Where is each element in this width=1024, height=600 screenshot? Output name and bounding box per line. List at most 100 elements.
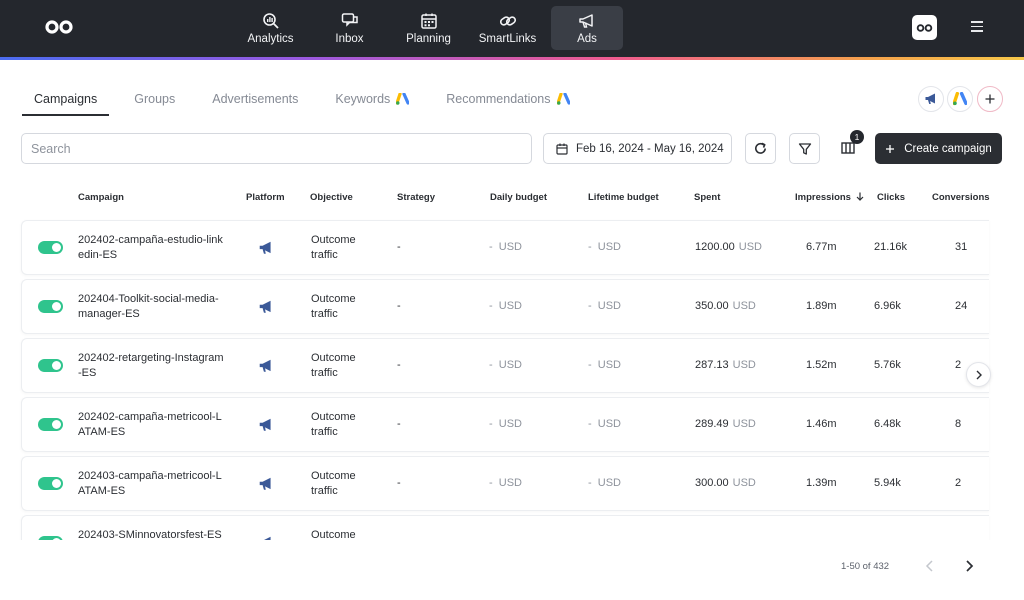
nav-label: SmartLinks (478, 32, 537, 45)
spent-currency: USD (732, 300, 756, 312)
chevron-left-icon[interactable] (922, 558, 938, 574)
table-row[interactable]: 202403-SMinnovatorsfest-ES Outcome (21, 515, 989, 540)
plus-icon (886, 144, 895, 153)
campaign-name[interactable]: 202402-retargeting-Instagram-ES (78, 351, 226, 381)
add-account-button[interactable] (977, 86, 1003, 112)
campaign-objective: Outcome traffic (311, 470, 356, 497)
campaign-impressions: 1.89m (806, 300, 837, 312)
tab-advertisements[interactable]: Advertisements (200, 86, 310, 114)
campaign-status-toggle[interactable] (38, 359, 63, 372)
table-header: Campaign Platform Objective Strategy Dai… (0, 188, 1024, 208)
calendar-icon (556, 143, 568, 155)
nav-planning[interactable]: Planning (389, 6, 468, 50)
brand-avatar[interactable] (912, 15, 937, 40)
campaign-name[interactable]: 202404-Toolkit-social-media-manager-ES (78, 292, 226, 322)
tab-groups[interactable]: Groups (122, 86, 187, 114)
campaign-impressions: 6.77m (806, 241, 837, 253)
tab-keywords[interactable]: Keywords (323, 86, 421, 114)
campaign-objective: Outcome traffic (311, 293, 356, 320)
tab-recommendations[interactable]: Recommendations (434, 86, 581, 114)
ads-tabs: Campaigns Groups Advertisements Keywords… (22, 86, 595, 116)
nav-smartlinks[interactable]: SmartLinks (468, 6, 547, 50)
campaigns-table-body: 202402-campaña-estudio-linkedin-ES Outco… (0, 216, 1024, 540)
campaign-status-toggle[interactable] (38, 241, 63, 254)
calendar-icon (420, 13, 437, 29)
campaign-strategy: - (397, 300, 401, 312)
header-strategy[interactable]: Strategy (397, 192, 435, 203)
header-clicks[interactable]: Clicks (877, 192, 905, 203)
campaign-daily-budget: - USD (489, 418, 522, 430)
filter-button[interactable] (789, 133, 820, 164)
campaign-spent: 300.00 USD (695, 477, 756, 489)
spent-value: 287.13 (695, 359, 729, 371)
google-ads-account-button[interactable] (947, 86, 973, 112)
tab-campaigns[interactable]: Campaigns (22, 86, 110, 116)
chevron-right-icon[interactable] (961, 558, 977, 574)
inbox-icon (341, 12, 358, 27)
header-objective[interactable]: Objective (310, 192, 353, 203)
nav-label: Analytics (247, 32, 294, 45)
table-row[interactable]: 202402-campaña-metricool-LATAM-ES Outcom… (21, 397, 989, 452)
nav-label: Ads (577, 32, 597, 45)
megaphone-icon (579, 13, 593, 28)
campaign-objective: Outcome traffic (311, 352, 356, 379)
campaign-name[interactable]: 202402-campaña-estudio-linkedin-ES (78, 233, 226, 263)
google-ads-icon (556, 93, 570, 105)
campaign-name[interactable]: 202403-SMinnovatorsfest-ES (78, 528, 226, 540)
sort-desc-icon (856, 192, 864, 201)
campaign-lifetime-budget: - USD (588, 300, 621, 312)
header-platform[interactable]: Platform (246, 192, 285, 203)
header-impressions[interactable]: Impressions (795, 192, 864, 203)
facebook-ads-account-button[interactable] (918, 86, 944, 112)
campaign-status-toggle[interactable] (38, 536, 63, 540)
plus-icon (985, 94, 995, 104)
table-row[interactable]: 202404-Toolkit-social-media-manager-ES O… (21, 279, 989, 334)
nav-label: Inbox (335, 32, 364, 45)
create-campaign-button[interactable]: Create campaign (875, 133, 1002, 164)
header-spent[interactable]: Spent (694, 192, 720, 203)
metricool-logo-icon[interactable] (44, 19, 74, 35)
header-lifetime-budget[interactable]: Lifetime budget (588, 192, 659, 203)
search-input[interactable] (21, 133, 532, 164)
table-row[interactable]: 202403-campaña-metricool-LATAM-ES Outcom… (21, 456, 989, 511)
campaign-status-toggle[interactable] (38, 477, 63, 490)
campaign-status-toggle[interactable] (38, 300, 63, 313)
campaign-objective: Outcome (311, 529, 356, 540)
main-nav: Analytics Inbox Planning SmartLinks Ads (231, 6, 623, 50)
header-impressions-label: Impressions (795, 192, 851, 203)
nav-inbox[interactable]: Inbox (310, 6, 389, 50)
tab-label: Recommendations (446, 92, 551, 106)
hamburger-menu-icon[interactable] (971, 21, 985, 33)
campaign-strategy: - (397, 359, 401, 371)
campaign-name[interactable]: 202403-campaña-metricool-LATAM-ES (78, 469, 226, 499)
header-campaign[interactable]: Campaign (78, 192, 124, 203)
facebook-ads-icon (259, 241, 271, 254)
nav-ads[interactable]: Ads (551, 6, 623, 50)
facebook-ads-icon (259, 418, 271, 431)
table-row[interactable]: 202402-retargeting-Instagram-ES Outcome … (21, 338, 989, 393)
date-range-picker[interactable]: Feb 16, 2024 - May 16, 2024 (543, 133, 732, 164)
facebook-ads-icon (259, 477, 271, 490)
campaign-status-toggle[interactable] (38, 418, 63, 431)
spent-currency: USD (732, 418, 756, 430)
campaign-daily-budget: - USD (489, 359, 522, 371)
analytics-icon (262, 12, 279, 29)
scroll-right-button[interactable] (966, 362, 991, 387)
pagination-info: 1-50 of 432 (841, 561, 890, 572)
campaign-clicks: 5.94k (874, 477, 901, 489)
header-conversions[interactable]: Conversions (932, 192, 990, 203)
nav-analytics[interactable]: Analytics (231, 6, 310, 50)
campaign-conversions: 31 (955, 241, 968, 253)
facebook-ads-icon (259, 359, 271, 372)
header-daily-budget[interactable]: Daily budget (490, 192, 547, 203)
refresh-button[interactable] (745, 133, 776, 164)
campaign-spent: 287.13 USD (695, 359, 756, 371)
table-row[interactable]: 202402-campaña-estudio-linkedin-ES Outco… (21, 220, 989, 275)
date-range-text: Feb 16, 2024 - May 16, 2024 (576, 142, 724, 155)
campaign-daily-budget: - USD (489, 241, 522, 253)
spent-currency: USD (732, 477, 756, 489)
campaign-daily-budget: - USD (489, 300, 522, 312)
campaign-name[interactable]: 202402-campaña-metricool-LATAM-ES (78, 410, 226, 440)
filter-icon (798, 142, 811, 155)
tab-label: Groups (134, 92, 176, 106)
